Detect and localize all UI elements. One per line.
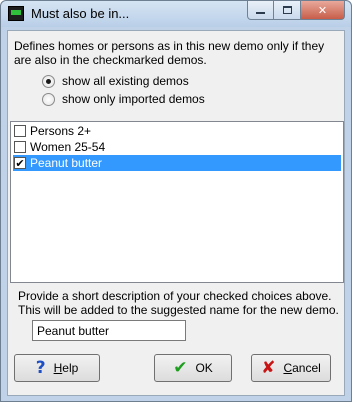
list-item[interactable]: Women 25-54 [13, 139, 341, 155]
radio-button-checked[interactable] [42, 74, 55, 88]
radio-label: show all existing demos [62, 74, 189, 88]
ok-button[interactable]: ✔ OK [154, 354, 232, 382]
dialog-window: Must also be in... ✕ Defines homes or pe… [0, 0, 352, 402]
help-label: Help [54, 361, 79, 375]
ok-label: OK [195, 361, 213, 375]
help-button[interactable]: ? Help [14, 354, 100, 382]
dialog-body: Defines homes or persons as in this new … [7, 30, 345, 396]
question-icon: ? [35, 358, 46, 378]
minimize-button[interactable] [247, 1, 274, 20]
close-button[interactable]: ✕ [301, 1, 345, 20]
help-mnemonic: H [53, 361, 63, 375]
checkbox[interactable] [14, 141, 26, 153]
description-text: Defines homes or persons as in this new … [14, 39, 325, 67]
list-item-label: Persons 2+ [30, 124, 92, 138]
radio-label: show only imported demos [62, 92, 205, 106]
minimize-icon [256, 11, 265, 14]
app-icon [8, 6, 24, 21]
cancel-label-rest: ancel [292, 361, 321, 375]
radio-show-imported[interactable]: show only imported demos [42, 92, 205, 106]
instruction-text: Provide a short description of your chec… [18, 289, 339, 317]
demos-listbox[interactable]: Persons 2+ Women 25-54 ✔ Peanut butter [10, 121, 344, 283]
short-description-input[interactable] [32, 320, 186, 341]
caption-buttons: ✕ [247, 1, 345, 21]
checkbox-checked[interactable]: ✔ [14, 157, 26, 169]
list-item[interactable]: Persons 2+ [13, 123, 341, 139]
radio-show-all[interactable]: show all existing demos [42, 74, 189, 88]
cancel-button[interactable]: ✘ Cancel [251, 354, 331, 382]
maximize-icon [282, 6, 292, 14]
cancel-label: Cancel [283, 361, 320, 375]
checkbox[interactable] [14, 125, 26, 137]
list-item-selected[interactable]: ✔ Peanut butter [13, 155, 341, 171]
close-icon: ✕ [317, 3, 328, 17]
x-icon: ✘ [261, 358, 276, 378]
radio-button[interactable] [42, 92, 55, 106]
maximize-button[interactable] [274, 1, 301, 20]
check-mark-icon: ✔ [15, 156, 25, 170]
title-bar[interactable]: Must also be in... ✕ [1, 1, 351, 27]
checkmark-icon: ✔ [173, 358, 188, 378]
list-item-label: Peanut butter [30, 156, 103, 170]
window-title: Must also be in... [31, 6, 130, 21]
cancel-mnemonic: C [283, 361, 293, 375]
help-label-rest: elp [62, 361, 79, 375]
list-item-label: Women 25-54 [30, 140, 106, 154]
